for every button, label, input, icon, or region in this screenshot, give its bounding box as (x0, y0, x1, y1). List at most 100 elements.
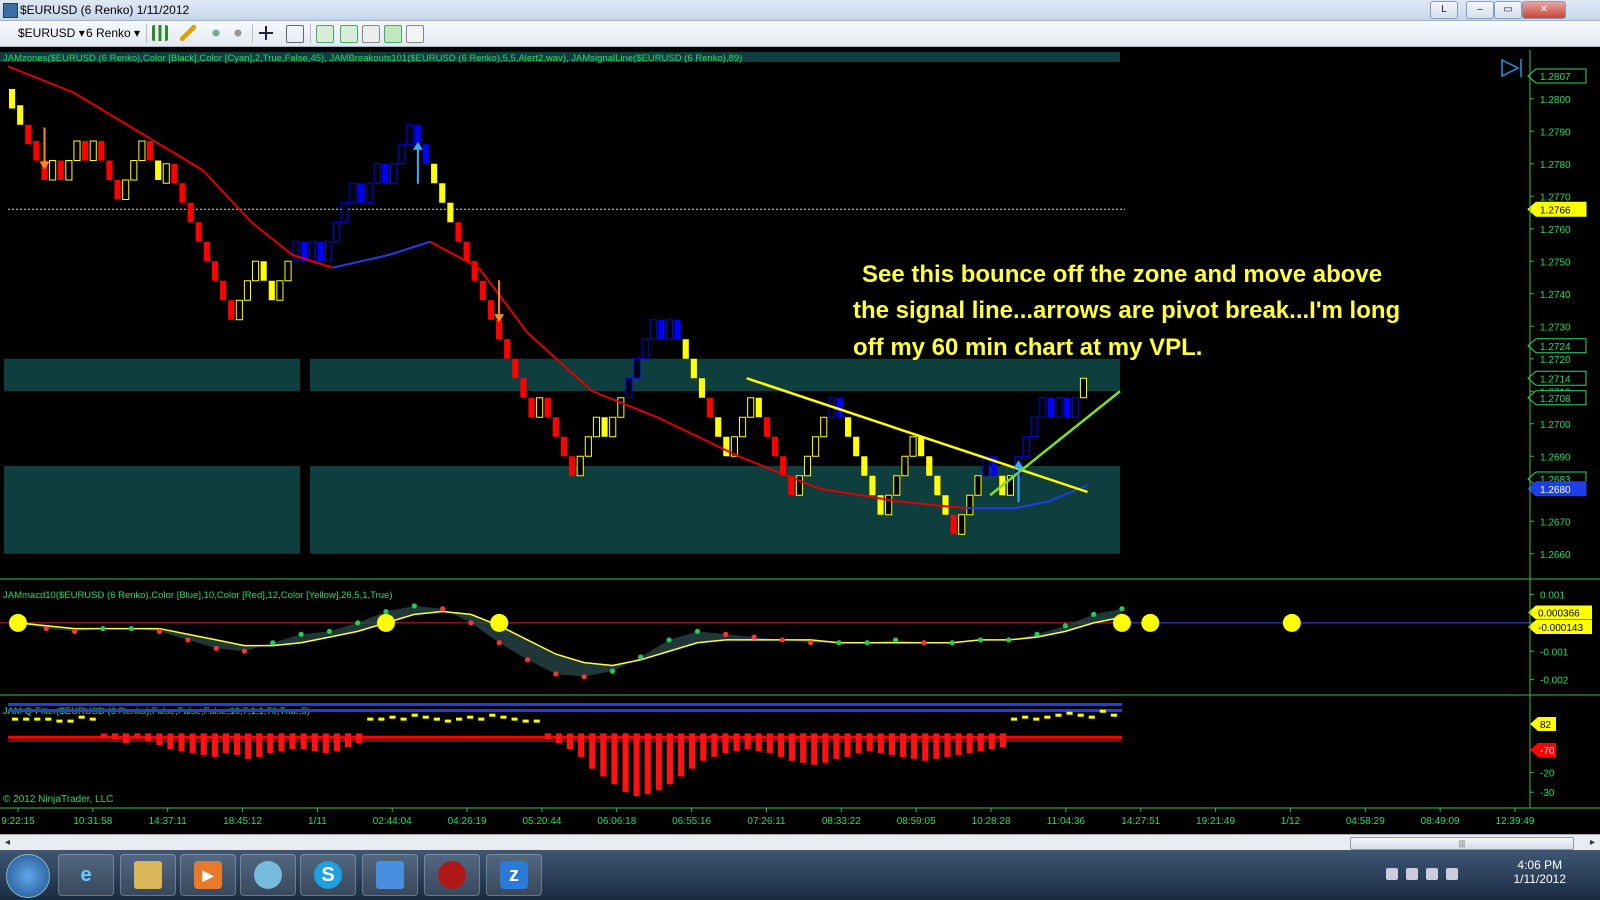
data-box-icon[interactable] (406, 25, 424, 43)
qfilter-bar (888, 733, 896, 755)
taskbar-clock[interactable]: 4:06 PM 1/11/2012 (1514, 858, 1567, 886)
bar-type-icon[interactable] (152, 25, 168, 41)
tray-icon[interactable] (1386, 868, 1398, 880)
time-tick-label: 14:27:51 (1121, 816, 1160, 827)
renko-brick (974, 475, 982, 496)
qfilter-bar (189, 733, 196, 753)
taskbar-media[interactable]: ▶ (180, 854, 236, 896)
taskbar-app4[interactable] (240, 854, 296, 896)
qfilter-bar (345, 733, 352, 748)
qfilter-bar (766, 733, 773, 753)
macd-dot (1091, 611, 1097, 617)
tray-icon[interactable] (1426, 868, 1438, 880)
renko-brick (820, 416, 828, 438)
dollar-icon[interactable] (384, 25, 402, 43)
qfilter-bar (966, 733, 973, 753)
renko-brick (235, 299, 243, 321)
strategies-icon[interactable] (340, 25, 358, 43)
maximize-button[interactable]: ▭ (1494, 1, 1522, 19)
qfilter-bar (23, 717, 30, 721)
link-button[interactable]: L (1430, 1, 1458, 19)
qfilter-bar (256, 733, 263, 757)
macd-tick-label: -0.001 (1540, 647, 1569, 658)
qfilter-bar (711, 733, 718, 757)
qfilter-tick-label: -30 (1540, 788, 1555, 799)
time-tick-label: 10:31:58 (73, 816, 112, 827)
instrument-select[interactable]: $EURUSD ▾ (14, 25, 89, 42)
renko-brick (138, 140, 146, 161)
renko-brick (1079, 377, 1088, 399)
qfilter-bar (1044, 715, 1051, 719)
clock-time: 4:06 PM (1517, 858, 1563, 872)
price-tick-label: 1.2800 (1540, 95, 1571, 106)
renko-brick (373, 163, 381, 184)
qfilter-bar (34, 717, 41, 721)
renko-brick (625, 377, 633, 399)
macd-dot (921, 640, 927, 646)
macd-dot (723, 631, 729, 637)
renko-brick (592, 416, 601, 438)
taskbar-ie[interactable]: e (58, 854, 114, 896)
tray-icon[interactable] (1446, 868, 1458, 880)
taskbar-explorer[interactable] (120, 854, 176, 896)
qfilter-bar (755, 733, 762, 751)
taskbar-app8[interactable]: z (486, 854, 542, 896)
app-icon (3, 3, 18, 18)
qfilter-bar (289, 733, 296, 750)
qfilter-axis: -20 -30 82 -70 (1530, 717, 1556, 799)
qfilter-bar (411, 713, 418, 717)
qfilter-bar (500, 715, 507, 719)
tray-icon[interactable] (1406, 868, 1418, 880)
start-button[interactable] (6, 854, 50, 898)
price-tick-label: 1.2760 (1540, 225, 1571, 236)
renko-brick (504, 339, 511, 359)
period-select[interactable]: 6 Renko ▾ (82, 25, 144, 42)
zoom-icon[interactable] (286, 25, 304, 43)
indicators-icon[interactable] (316, 25, 334, 43)
macd-tick-label: 0.001 (1540, 591, 1565, 602)
qfilter-bar (1088, 715, 1095, 719)
app-icon: z (500, 861, 528, 889)
chart-svg[interactable]: JAMzones($EURUSD (6 Renko),Color [Black]… (0, 46, 1600, 834)
toolbar-divider (146, 24, 147, 43)
qfilter-bar (1011, 717, 1018, 721)
qfilter-bar (744, 733, 751, 750)
qfilter-bar (234, 733, 241, 755)
qfilter-upper-band-2 (8, 709, 1122, 712)
close-button[interactable]: ✕ (1522, 1, 1566, 19)
qfilter-bar (56, 719, 63, 723)
scroll-right-icon[interactable]: ▸ (1590, 837, 1595, 848)
price-tick-label: 1.2670 (1540, 517, 1571, 528)
macd-dot (892, 637, 899, 643)
qfilter-bar (1099, 709, 1106, 713)
renko-brick (950, 514, 957, 535)
qfilter-bar (245, 733, 252, 759)
eraser-icon[interactable] (230, 25, 246, 41)
taskbar-app6[interactable] (362, 854, 418, 896)
macd-price-tag-label: -0.000143 (1538, 623, 1583, 634)
taskbar-skype[interactable]: S (300, 854, 356, 896)
horizontal-scrollbar[interactable]: ◂ ||| ▸ (0, 834, 1600, 851)
properties-icon[interactable] (362, 25, 380, 43)
minimize-button[interactable]: – (1466, 1, 1494, 19)
pin-icon[interactable] (208, 25, 224, 41)
scroll-thumb[interactable]: ||| (1350, 837, 1574, 850)
scroll-left-icon[interactable]: ◂ (5, 837, 10, 848)
macd-dot (185, 637, 191, 643)
renko-brick (1031, 416, 1039, 438)
macd-dot (864, 640, 870, 646)
time-tick-label: 04:26:19 (448, 816, 487, 827)
pencil-icon[interactable] (180, 25, 196, 41)
qfilter-bar (1022, 715, 1029, 719)
renko-brick (909, 436, 917, 457)
demand-zone-right-1 (310, 466, 1120, 554)
crosshair-icon[interactable] (258, 25, 274, 41)
renko-brick (195, 222, 202, 242)
renko-brick (422, 144, 430, 164)
chart-area[interactable]: JAMzones($EURUSD (6 Renko),Color [Black]… (0, 46, 1600, 834)
renko-brick (536, 397, 544, 418)
price-tick-label: 1.2690 (1540, 452, 1571, 463)
taskbar-ninjatrader[interactable] (424, 854, 480, 896)
macd-dot (128, 625, 134, 632)
macd-dot (779, 637, 785, 643)
